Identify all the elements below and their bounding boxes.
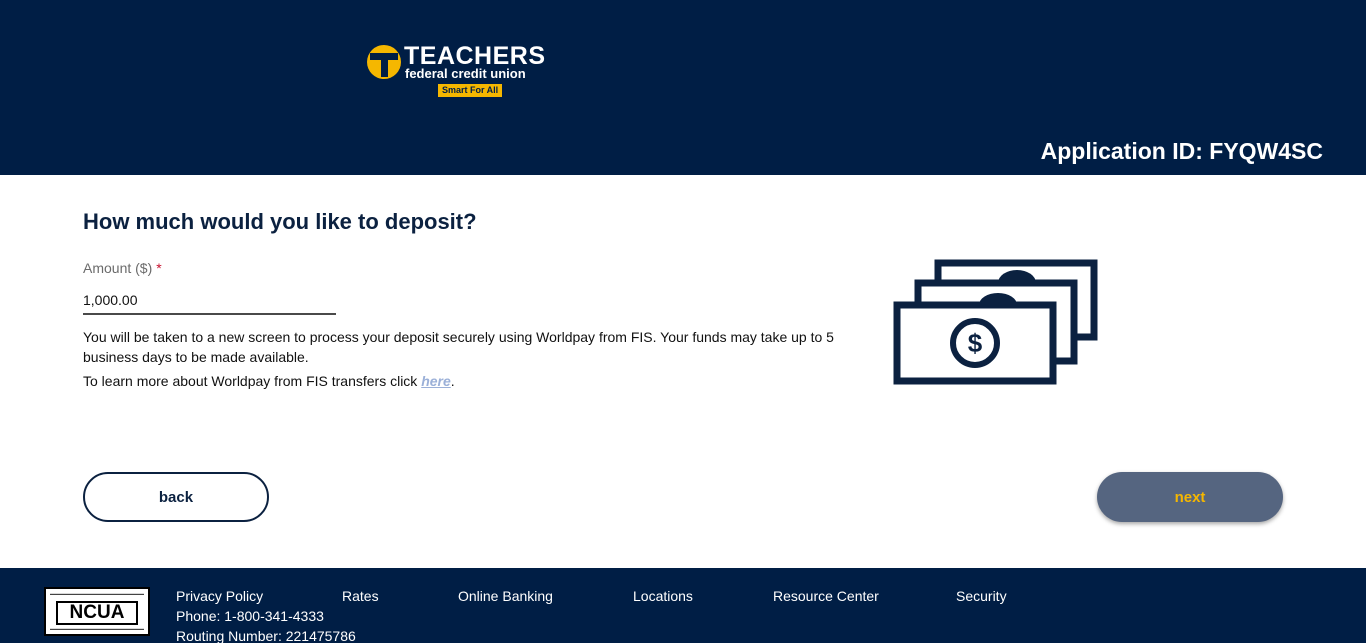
- site-footer: ▬▬▬▬▬▬▬▬▬▬▬▬▬▬▬▬▬▬▬▬▬▬▬▬▬▬▬▬▬▬ NCUA ▬▬▬▬…: [0, 568, 1366, 644]
- next-button[interactable]: next: [1097, 472, 1283, 522]
- ncua-badge: ▬▬▬▬▬▬▬▬▬▬▬▬▬▬▬▬▬▬▬▬▬▬▬▬▬▬▬▬▬▬ NCUA ▬▬▬▬…: [44, 587, 150, 636]
- footer-routing-number: Routing Number: 221475786: [176, 628, 356, 644]
- footer-link-resource-center[interactable]: Resource Center: [773, 588, 879, 604]
- logo-tagline: Smart For All: [438, 84, 503, 97]
- ncua-fine-print-top: ▬▬▬▬▬▬▬▬▬▬▬▬▬▬▬▬▬▬▬▬▬▬▬▬▬▬▬▬▬▬: [50, 592, 144, 596]
- teachers-logo[interactable]: TEACHERS federal credit union Smart For …: [366, 42, 546, 100]
- page-title: How much would you like to deposit?: [83, 209, 477, 234]
- ncua-fine-print-bottom: ▬▬▬▬▬▬▬▬▬▬▬▬▬▬▬▬▬▬▬▬▬▬▬▬▬▬▬▬▬▬: [50, 627, 144, 631]
- application-id: Application ID: FYQW4SC: [1040, 138, 1323, 164]
- teachers-logo-mark-icon: [367, 45, 401, 79]
- footer-link-rates[interactable]: Rates: [342, 588, 379, 604]
- back-button[interactable]: back: [83, 472, 269, 522]
- learn-more-text: To learn more about Worldpay from FIS tr…: [83, 373, 455, 389]
- money-bills-icon: $: [893, 259, 1098, 385]
- learn-more-link[interactable]: here: [421, 373, 451, 389]
- logo-subtitle: federal credit union: [405, 66, 526, 81]
- svg-text:$: $: [968, 328, 983, 358]
- footer-link-security[interactable]: Security: [956, 588, 1007, 604]
- footer-link-privacy-policy[interactable]: Privacy Policy: [176, 588, 263, 604]
- ncua-badge-text: NCUA: [56, 601, 138, 625]
- learn-more-prefix: To learn more about Worldpay from FIS tr…: [83, 373, 422, 389]
- deposit-description: You will be taken to a new screen to pro…: [83, 329, 834, 365]
- learn-more-suffix: .: [450, 373, 455, 389]
- footer-link-locations[interactable]: Locations: [633, 588, 693, 604]
- footer-link-online-banking[interactable]: Online Banking: [458, 588, 553, 604]
- site-header: TEACHERS federal credit union Smart For …: [0, 0, 1366, 175]
- required-marker: *: [156, 260, 162, 276]
- deposit-form: How much would you like to deposit? Amou…: [0, 175, 1366, 568]
- amount-label: Amount ($) *: [83, 260, 162, 276]
- amount-label-text: Amount ($): [83, 260, 153, 276]
- footer-phone: Phone: 1-800-341-4333: [176, 608, 324, 624]
- amount-input[interactable]: [83, 287, 336, 315]
